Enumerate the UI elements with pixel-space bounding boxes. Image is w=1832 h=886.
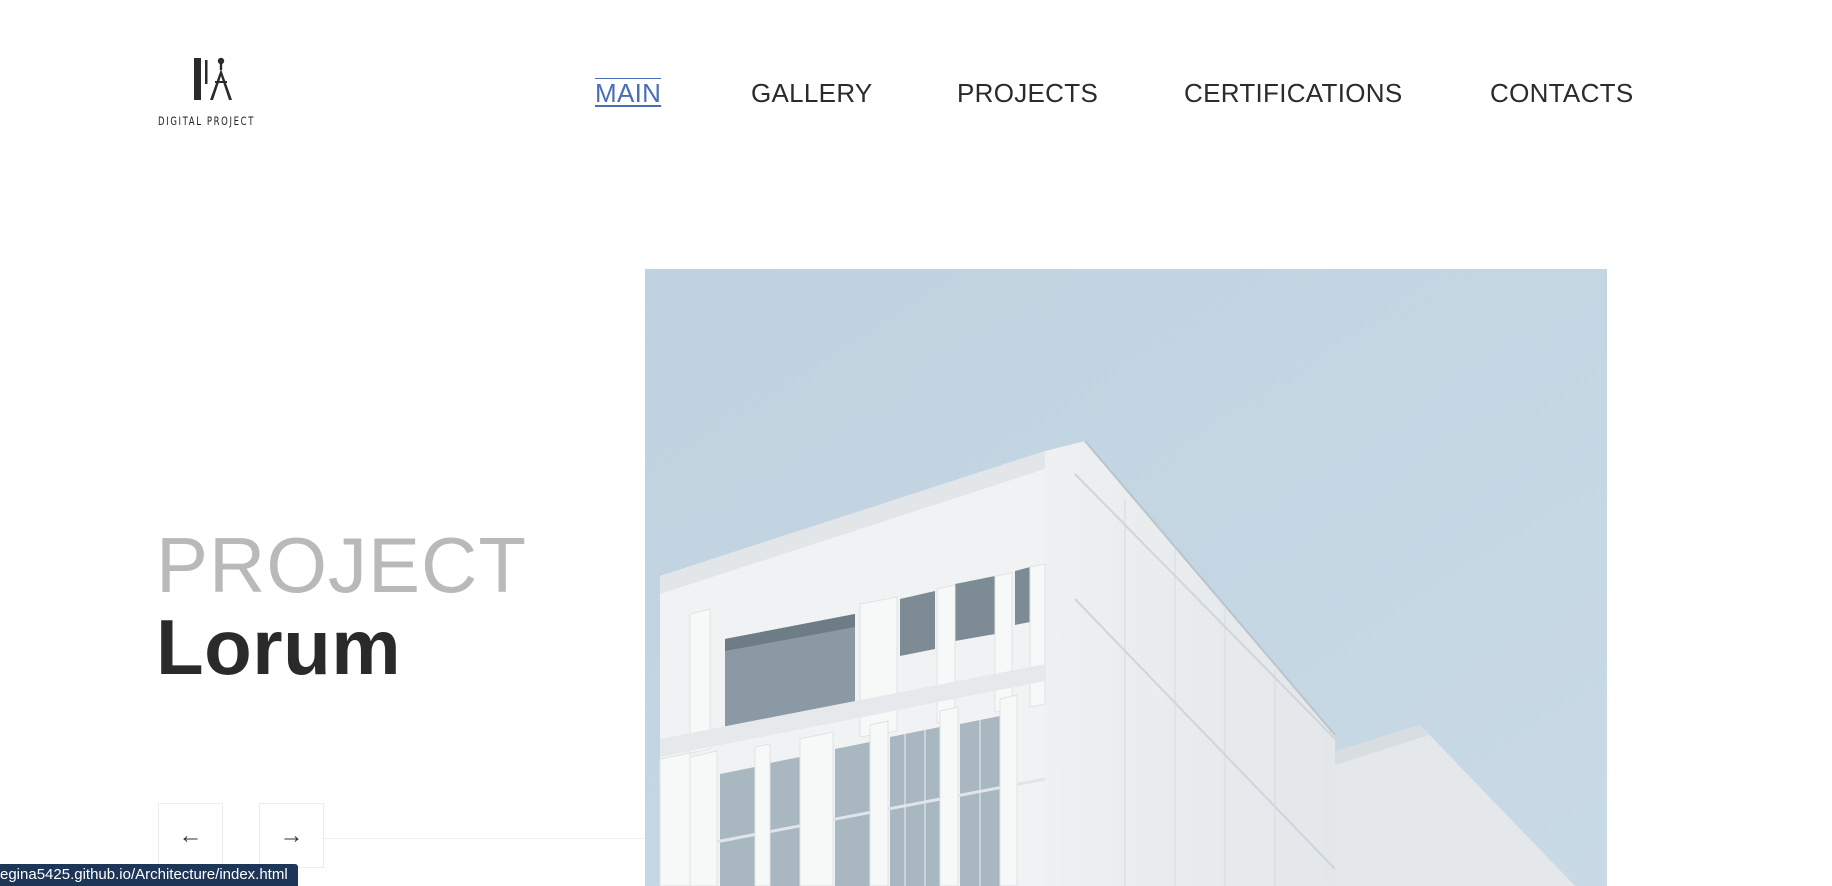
nav-item-contacts[interactable]: CONTACTS — [1490, 78, 1633, 109]
drafting-compass-logo-icon — [194, 57, 232, 100]
site-logo[interactable]: DIGITAL PROJECT — [158, 56, 273, 132]
hero-title: Lorum — [156, 603, 402, 691]
logo-text: DIGITAL PROJECT — [158, 114, 256, 128]
hero-kicker: PROJECT — [156, 521, 528, 609]
slider-divider — [322, 838, 644, 839]
nav-item-certifications[interactable]: CERTIFICATIONS — [1184, 78, 1402, 109]
browser-status-url: egina5425.github.io/Architecture/index.h… — [0, 864, 298, 886]
arrow-left-icon: ← — [178, 821, 203, 849]
nav-item-projects[interactable]: PROJECTS — [957, 78, 1098, 109]
nav-item-main[interactable]: MAIN — [595, 78, 662, 109]
prev-slide-button[interactable]: ← — [158, 803, 223, 868]
nav-item-gallery[interactable]: GALLERY — [751, 78, 873, 109]
arrow-right-icon: → — [279, 821, 304, 849]
page: DIGITAL PROJECT MAIN GALLERY PROJECTS CE… — [0, 0, 1832, 886]
next-slide-button[interactable]: → — [259, 803, 324, 868]
hero-building-image — [645, 269, 1607, 886]
